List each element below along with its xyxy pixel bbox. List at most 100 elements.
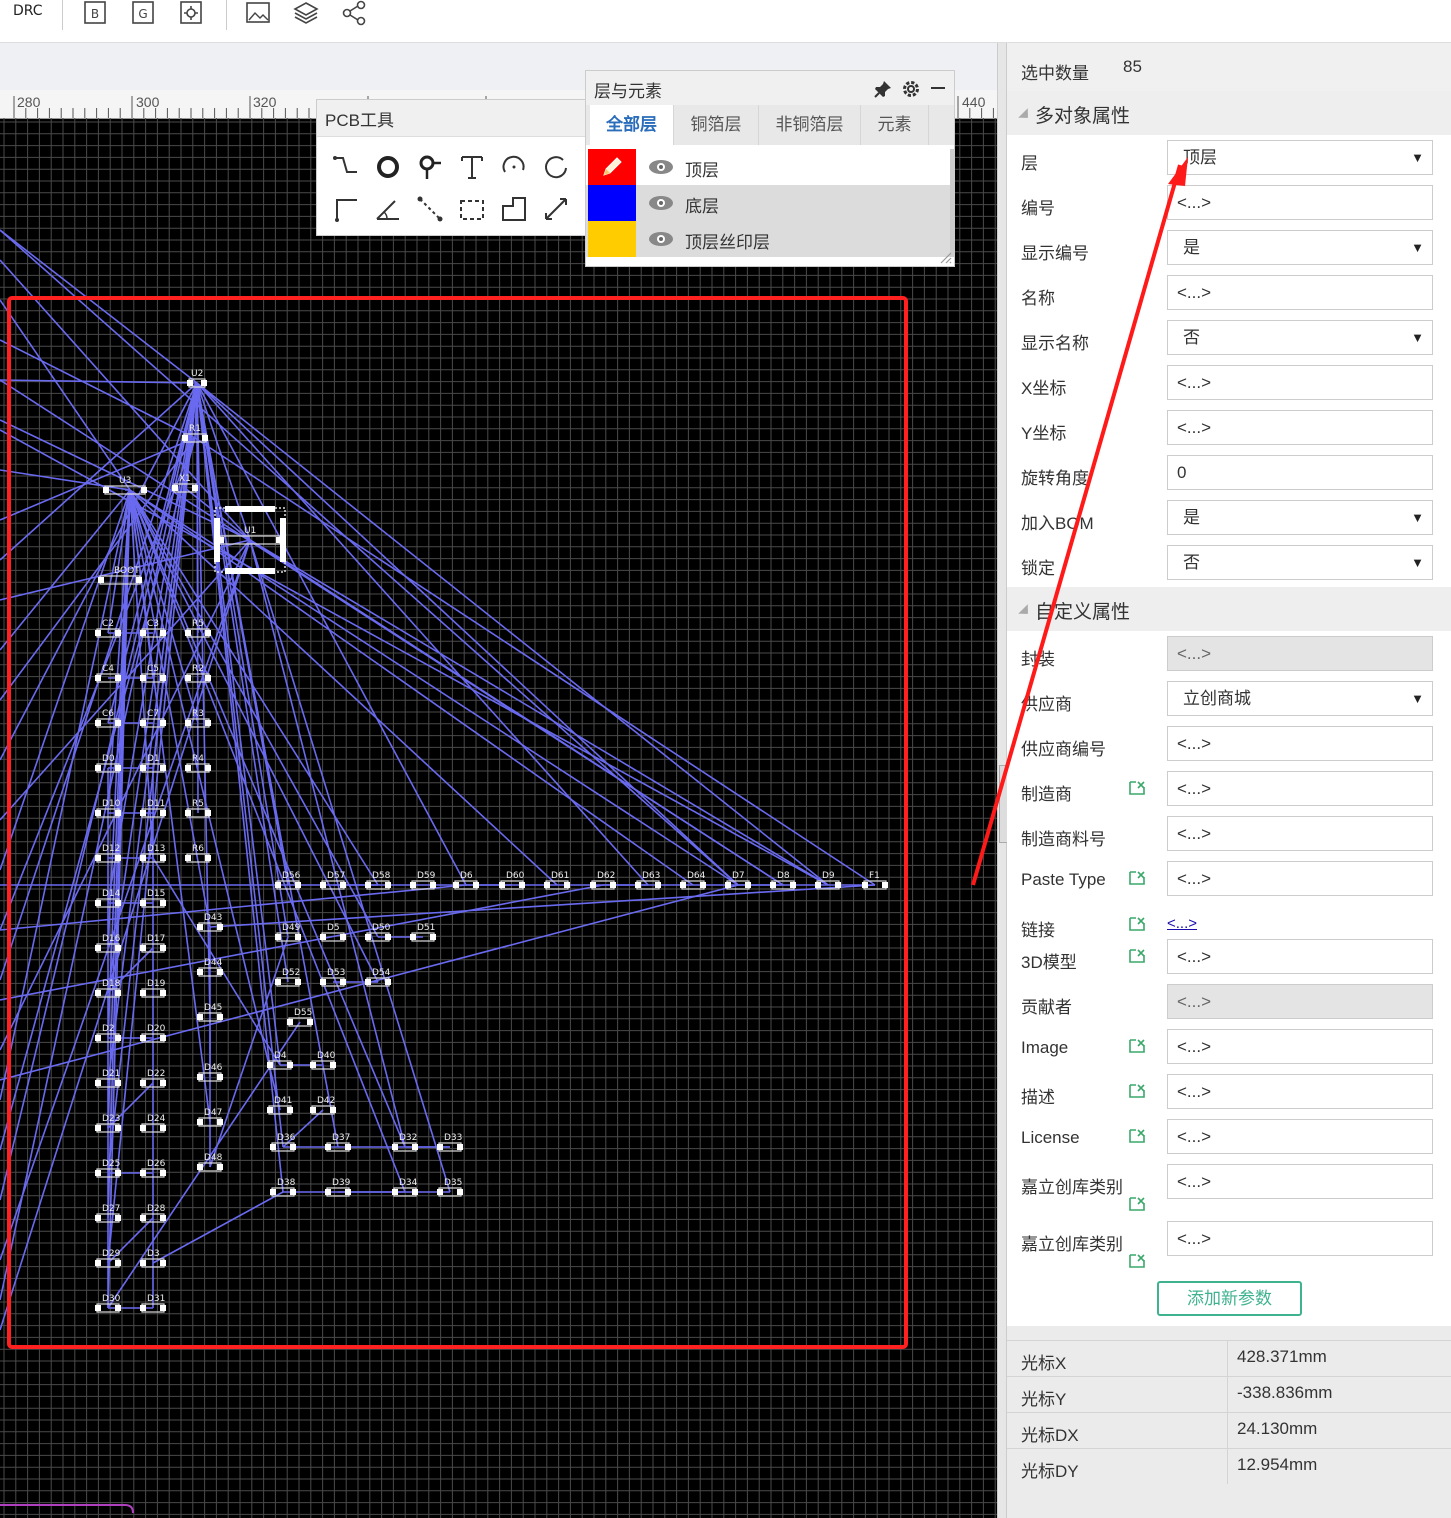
track-icon[interactable]	[331, 152, 361, 182]
eye-icon[interactable]	[648, 158, 674, 176]
property-input[interactable]: <...>	[1167, 1074, 1433, 1109]
dashed-rect-icon[interactable]	[457, 194, 487, 224]
dropdown-arrow-icon[interactable]: ▼	[1411, 682, 1424, 715]
gerber-icon[interactable]: G	[130, 0, 156, 26]
multi-object-section-header[interactable]: 多对象属性	[1007, 91, 1451, 135]
dropdown-arrow-icon[interactable]: ▼	[1411, 501, 1424, 534]
dropdown-arrow-icon[interactable]: ▼	[1411, 321, 1424, 354]
component-footprint[interactable]: D51	[410, 923, 436, 942]
arc-icon[interactable]	[499, 152, 529, 182]
minimize-icon[interactable]	[929, 79, 947, 97]
property-select[interactable]: 顶层 ▼	[1167, 140, 1433, 175]
edit-param-icon[interactable]	[1127, 948, 1147, 964]
property-select[interactable]: 否 ▼	[1167, 320, 1433, 355]
tab-all-layers[interactable]: 全部层	[590, 105, 674, 145]
pencil-icon	[603, 157, 622, 176]
add-parameter-button[interactable]: 添加新参数	[1157, 1281, 1302, 1316]
property-input[interactable]: <...>	[1167, 275, 1433, 310]
dropdown-arrow-icon[interactable]: ▼	[1411, 141, 1424, 174]
dropdown-arrow-icon[interactable]: ▼	[1411, 231, 1424, 264]
property-select[interactable]: 是 ▼	[1167, 230, 1433, 265]
tab-non-copper-layers[interactable]: 非铜箔层	[759, 105, 861, 145]
measure-icon[interactable]	[541, 194, 571, 224]
layer-color-swatch[interactable]	[588, 185, 636, 221]
edit-param-icon[interactable]	[1127, 916, 1147, 932]
edit-param-icon[interactable]	[1127, 1083, 1147, 1099]
property-input[interactable]: <...>	[1167, 861, 1433, 896]
layer-color-swatch[interactable]	[588, 221, 636, 257]
component-footprint[interactable]: D41	[267, 1096, 293, 1115]
bom-icon[interactable]: B	[82, 0, 108, 26]
edit-param-icon[interactable]	[1127, 870, 1147, 886]
component-footprint[interactable]: D60	[499, 871, 525, 890]
property-select[interactable]: 是 ▼	[1167, 500, 1433, 535]
dropdown-arrow-icon[interactable]: ▼	[1411, 546, 1424, 579]
panel-splitter[interactable]	[997, 43, 1008, 1518]
pcb-board-canvas[interactable]: U2 R1 U3 X1 U1 BOOT C2 C3 R5 C4 C5 R2 C6 C7 R3 D0 D1 R4 D1…	[0, 118, 997, 1518]
edit-param-icon[interactable]	[1127, 1196, 1147, 1212]
custom-section-header[interactable]: 自定义属性	[1007, 587, 1451, 631]
status-row: 光标DX 24.130mm	[1007, 1412, 1451, 1448]
property-label: 3D模型	[1021, 953, 1077, 972]
collapse-triangle-icon[interactable]	[1018, 604, 1028, 614]
component-footprint[interactable]: D61	[544, 871, 570, 890]
layer-row-top-silk[interactable]: 顶层丝印层	[586, 221, 950, 257]
property-input[interactable]: <...>	[1167, 726, 1433, 761]
component-footprint[interactable]: D5	[320, 923, 346, 942]
property-select[interactable]: 否 ▼	[1167, 545, 1433, 580]
tab-copper-layers[interactable]: 铜箔层	[674, 105, 759, 145]
property-input[interactable]: <...>	[1167, 410, 1433, 445]
edit-param-icon[interactable]	[1127, 1038, 1147, 1054]
edit-param-icon[interactable]	[1127, 1253, 1147, 1269]
layers-icon[interactable]	[293, 0, 319, 26]
property-select[interactable]: 立创商城 ▼	[1167, 681, 1433, 716]
eye-icon[interactable]	[648, 230, 674, 248]
component-footprint[interactable]: D31	[140, 1294, 166, 1313]
layer-row-bottom[interactable]: 底层	[586, 185, 950, 221]
pcb-tools-header[interactable]: PCB工具	[317, 100, 591, 137]
property-input[interactable]: <...>	[1167, 771, 1433, 806]
component-footprint[interactable]: D6	[453, 871, 479, 890]
component-footprint[interactable]: D58	[365, 871, 391, 890]
angle-icon[interactable]	[373, 194, 403, 224]
property-input[interactable]: <...>	[1167, 1119, 1433, 1154]
component-footprint[interactable]: D59	[410, 871, 436, 890]
status-label: 光标DX	[1021, 1426, 1079, 1445]
tab-elements[interactable]: 元素	[861, 105, 929, 145]
collapse-triangle-icon[interactable]	[1018, 108, 1028, 118]
resize-grip-icon[interactable]	[938, 250, 952, 264]
pad-icon[interactable]	[373, 152, 403, 182]
component-footprint[interactable]: D39	[325, 1178, 351, 1197]
component-footprint[interactable]: D38	[270, 1178, 296, 1197]
edit-param-icon[interactable]	[1127, 1128, 1147, 1144]
share-icon[interactable]	[341, 0, 367, 26]
property-input[interactable]: <...>	[1167, 816, 1433, 851]
text-icon[interactable]	[457, 152, 487, 182]
component-label: D39	[332, 1178, 351, 1188]
property-input[interactable]: 0	[1167, 455, 1433, 490]
component-footprint[interactable]: D48	[197, 1153, 223, 1172]
property-input[interactable]: <...>	[1167, 185, 1433, 220]
pick-place-icon[interactable]	[178, 0, 204, 26]
image-export-icon[interactable]	[245, 0, 271, 26]
drc-button[interactable]: DRC	[13, 3, 43, 19]
edit-param-icon[interactable]	[1127, 780, 1147, 796]
layers-header[interactable]: 层与元素	[586, 71, 954, 105]
property-input[interactable]: <...>	[1167, 1164, 1433, 1199]
link-value[interactable]: <...>	[1167, 915, 1197, 932]
eye-icon[interactable]	[648, 194, 674, 212]
solid-region-icon[interactable]	[499, 194, 529, 224]
property-input[interactable]: <...>	[1167, 365, 1433, 400]
layers-scrollbar[interactable]	[950, 149, 954, 257]
connect-icon[interactable]	[415, 194, 445, 224]
component-footprint[interactable]: D64	[680, 871, 706, 890]
property-input[interactable]: <...>	[1167, 939, 1433, 974]
line-icon[interactable]	[331, 194, 361, 224]
property-input[interactable]: <...>	[1167, 1029, 1433, 1064]
via-icon[interactable]	[415, 152, 445, 182]
property-input[interactable]: <...>	[1167, 1221, 1433, 1256]
circle-arc-icon[interactable]	[541, 152, 571, 182]
gear-icon[interactable]	[901, 79, 921, 99]
layer-row-top[interactable]: 顶层	[586, 149, 950, 185]
pin-icon[interactable]	[874, 80, 892, 98]
